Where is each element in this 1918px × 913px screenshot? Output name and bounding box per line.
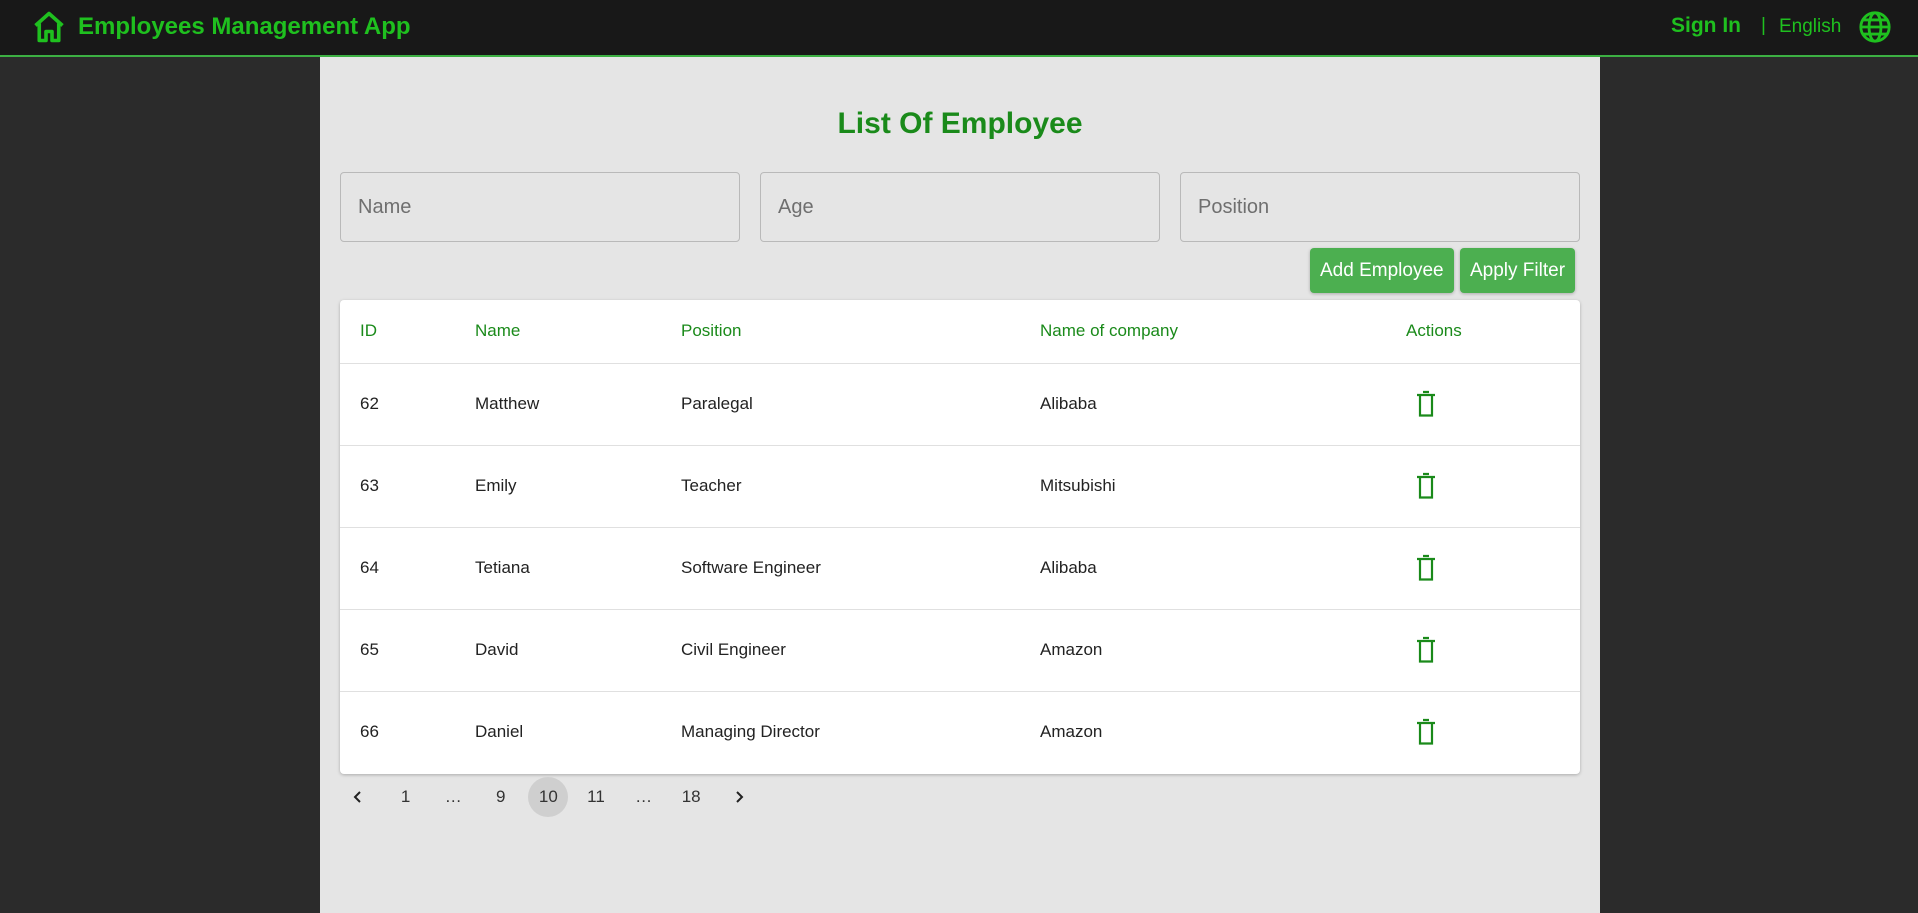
age-filter-input[interactable] xyxy=(760,172,1160,242)
table-row[interactable]: 62 Matthew Paralegal Alibaba xyxy=(340,363,1580,446)
home-icon xyxy=(34,11,64,43)
cell-company: Alibaba xyxy=(1020,527,1386,610)
app-title: Employees Management App xyxy=(78,13,411,40)
trash-icon xyxy=(1417,554,1435,581)
cell-position: Managing Director xyxy=(681,722,820,742)
apply-filter-button[interactable]: Apply Filter xyxy=(1460,248,1576,293)
column-header-position[interactable]: Position xyxy=(661,300,1020,364)
language-separator: | xyxy=(1761,15,1766,36)
next-page-button[interactable] xyxy=(719,777,759,817)
cell-name: Tetiana xyxy=(455,527,661,610)
delete-button[interactable] xyxy=(1406,712,1446,752)
cell-actions xyxy=(1386,363,1580,446)
cell-name: David xyxy=(455,609,661,692)
delete-button[interactable] xyxy=(1406,384,1446,424)
language-selector[interactable]: English xyxy=(1779,16,1841,38)
cell-id: 62 xyxy=(340,363,455,446)
column-header-company[interactable]: Name of company xyxy=(1020,300,1386,364)
cell-company: Amazon xyxy=(1040,722,1103,742)
cell-position: Civil Engineer xyxy=(661,609,1020,692)
page-button-9[interactable]: 9 xyxy=(481,777,521,817)
cell-id: 66 xyxy=(360,722,379,742)
cell-company: Amazon xyxy=(1020,609,1386,692)
cell-actions xyxy=(1386,445,1580,528)
page-button-18[interactable]: 18 xyxy=(671,777,711,817)
employee-table-card: ID Name Position Name of company Actions… xyxy=(340,300,1580,774)
chevron-right-icon xyxy=(736,791,744,803)
globe-icon[interactable] xyxy=(1858,10,1892,44)
page-button-current[interactable]: 10 xyxy=(528,777,569,817)
table-row[interactable]: 66 Daniel Managing Director Amazon xyxy=(340,691,1580,773)
previous-page-button[interactable] xyxy=(338,777,378,817)
sign-in-link[interactable]: Sign In xyxy=(1671,14,1741,38)
pagination: 1 … 9 10 11 … 18 xyxy=(338,777,766,817)
employee-table: ID Name Position Name of company Actions… xyxy=(340,300,1580,773)
name-filter-input[interactable] xyxy=(340,172,740,242)
trash-icon xyxy=(1417,636,1435,663)
table-row[interactable]: 65 David Civil Engineer Amazon xyxy=(340,609,1580,692)
page-button-1[interactable]: 1 xyxy=(386,777,426,817)
table-row[interactable]: 64 Tetiana Software Engineer Alibaba xyxy=(340,527,1580,610)
chevron-left-icon xyxy=(353,791,361,803)
cell-id: 65 xyxy=(340,609,455,692)
add-employee-button[interactable]: Add Employee xyxy=(1310,248,1454,293)
cell-id: 63 xyxy=(340,445,455,528)
page-button-11[interactable]: 11 xyxy=(576,777,616,817)
column-header-name[interactable]: Name xyxy=(455,300,661,364)
home-link[interactable]: Employees Management App xyxy=(30,9,411,45)
trash-icon xyxy=(1417,472,1435,499)
table-row[interactable]: 63 Emily Teacher Mitsubishi xyxy=(340,445,1580,528)
cell-position: Software Engineer xyxy=(661,527,1020,610)
position-filter-input[interactable] xyxy=(1180,172,1580,242)
cell-position: Teacher xyxy=(661,445,1020,528)
cell-name: Matthew xyxy=(455,363,661,446)
column-header-actions: Actions xyxy=(1386,300,1580,364)
trash-icon xyxy=(1417,390,1435,417)
cell-actions xyxy=(1386,527,1580,610)
delete-button[interactable] xyxy=(1406,630,1446,670)
cell-position: Paralegal xyxy=(661,363,1020,446)
cell-company: Alibaba xyxy=(1020,363,1386,446)
page-title: List Of Employee xyxy=(837,107,1083,140)
column-header-id[interactable]: ID xyxy=(340,300,455,364)
cell-name: Emily xyxy=(455,445,661,528)
cell-actions xyxy=(1386,609,1580,692)
cell-name: Daniel xyxy=(475,722,524,742)
trash-icon xyxy=(1417,719,1435,745)
top-navbar: Employees Management App Sign In | Engli… xyxy=(0,0,1918,57)
table-header-row: ID Name Position Name of company Actions xyxy=(340,300,1580,364)
cell-company: Mitsubishi xyxy=(1020,445,1386,528)
cell-id: 64 xyxy=(340,527,455,610)
pagination-ellipsis: … xyxy=(444,787,462,806)
cell-actions xyxy=(1386,691,1580,773)
delete-button[interactable] xyxy=(1406,548,1446,588)
delete-button[interactable] xyxy=(1406,466,1446,506)
main-panel: List Of Employee Add Employee Apply Filt… xyxy=(320,57,1600,913)
pagination-ellipsis: … xyxy=(635,787,653,806)
